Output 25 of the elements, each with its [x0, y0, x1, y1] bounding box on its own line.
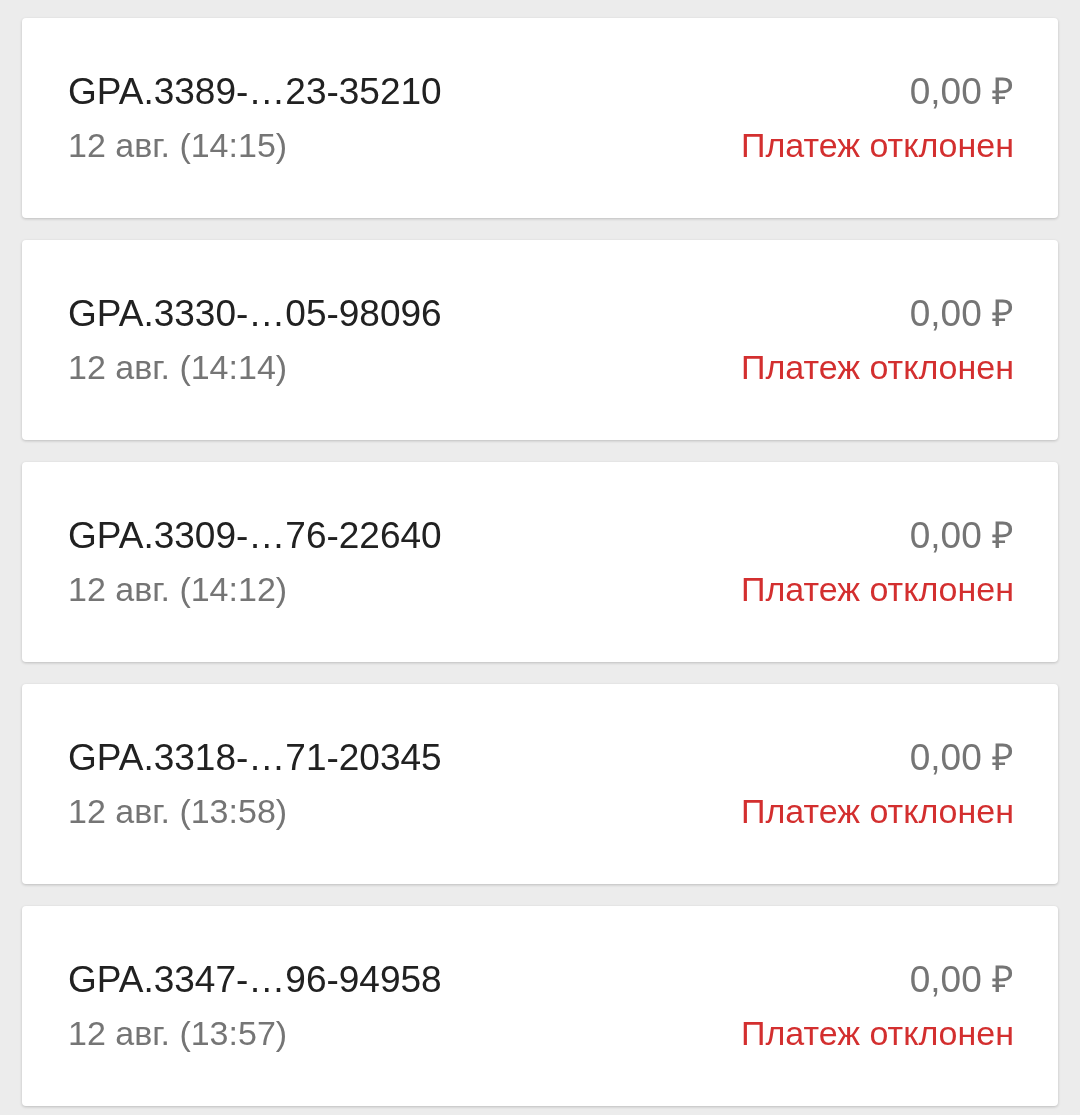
- payment-card[interactable]: GPA.3389-…23-35210 12 авг. (14:15) 0,00 ₽ Платеж отклонен: [22, 18, 1058, 218]
- payment-card[interactable]: GPA.3330-…05-98096 12 авг. (14:14) 0,00 ₽ Платеж отклонен: [22, 240, 1058, 440]
- payment-date: 12 авг. (14:15): [68, 125, 289, 166]
- payment-amount: 0,00 ₽: [909, 736, 1014, 780]
- payment-amount: 0,00 ₽: [909, 70, 1014, 114]
- payment-status: Платеж отклонен: [741, 791, 1014, 832]
- payment-card[interactable]: GPA.3318-…71-20345 12 авг. (13:58) 0,00 ₽ Платеж отклонен: [22, 684, 1058, 884]
- payment-status: Платеж отклонен: [741, 1013, 1014, 1054]
- payment-date: 12 авг. (14:14): [68, 347, 289, 388]
- order-id: GPA.3389-…23-35210: [68, 70, 442, 114]
- order-id: GPA.3330-…05-98096: [68, 292, 442, 336]
- payment-date: 12 авг. (13:58): [68, 791, 289, 832]
- payment-card[interactable]: GPA.3347-…96-94958 12 авг. (13:57) 0,00 ₽ Платеж отклонен: [22, 906, 1058, 1106]
- payment-date: 12 авг. (14:12): [68, 569, 289, 610]
- order-id: GPA.3309-…76-22640: [68, 514, 442, 558]
- payment-status: Платеж отклонен: [741, 125, 1014, 166]
- payment-status: Платеж отклонен: [741, 347, 1014, 388]
- payment-amount: 0,00 ₽: [909, 514, 1014, 558]
- order-id: GPA.3347-…96-94958: [68, 958, 442, 1002]
- payment-date: 12 авг. (13:57): [68, 1013, 289, 1054]
- order-id: GPA.3318-…71-20345: [68, 736, 442, 780]
- payment-amount: 0,00 ₽: [909, 292, 1014, 336]
- payment-status: Платеж отклонен: [741, 569, 1014, 610]
- payment-amount: 0,00 ₽: [909, 958, 1014, 1002]
- payment-card[interactable]: GPA.3309-…76-22640 12 авг. (14:12) 0,00 ₽ Платеж отклонен: [22, 462, 1058, 662]
